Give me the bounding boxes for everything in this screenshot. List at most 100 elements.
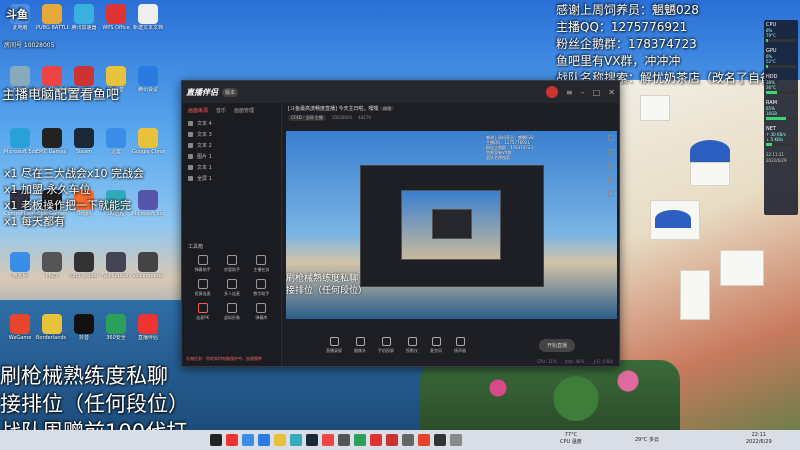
source-item[interactable]: 文本 2 <box>182 140 281 151</box>
desktop-icon[interactable]: 新建文本文档 <box>132 4 164 31</box>
tool-icon[interactable] <box>608 191 614 197</box>
tool-icon[interactable] <box>608 163 614 169</box>
taskbar-app-icon[interactable] <box>450 434 462 446</box>
tab-sources[interactable]: 画面来源 <box>188 107 208 114</box>
source-item[interactable]: 文本 1 <box>182 162 281 173</box>
start-live-button[interactable]: 开始直播 <box>538 338 575 352</box>
tool-multi-link[interactable]: 多人连麦 <box>217 279 246 297</box>
eye-icon[interactable] <box>188 165 193 170</box>
cpu-temp-widget[interactable]: 77°C CPU 温度 <box>560 432 582 446</box>
multi-link-icon <box>226 279 237 289</box>
desktop-icon[interactable]: 抖音 <box>68 314 100 341</box>
preview-overlay-text: 感谢上周饲养员：魍魉028 主播QQ：1275776921 粉丝企鹅群：1783… <box>486 135 534 160</box>
desktop-icon[interactable]: 腾讯加速器 <box>68 4 100 31</box>
tool-room-admin[interactable]: 房管助手 <box>217 255 246 273</box>
eye-icon[interactable] <box>188 121 193 126</box>
tab-scenes[interactable]: 画面管理 <box>234 107 254 114</box>
speaker-button[interactable]: 扬声器 <box>454 336 466 354</box>
desktop-icon[interactable]: Microsoft Edge <box>4 128 36 155</box>
desktop-icon[interactable]: 腾讯会议 <box>132 66 164 93</box>
desktop-icon[interactable]: 迅雷 <box>100 128 132 155</box>
desktop-icon[interactable]: PREY <box>36 252 68 279</box>
desktop-icon-label: Steam <box>75 149 93 155</box>
source-label: 文本 2 <box>197 143 212 149</box>
eye-icon[interactable] <box>188 143 193 148</box>
eye-icon[interactable] <box>188 132 193 137</box>
maximize-icon[interactable]: □ <box>593 88 601 97</box>
taskbar-app-icon[interactable] <box>338 434 350 446</box>
taskbar-app-icon[interactable] <box>402 434 414 446</box>
taskbar-app-icon[interactable] <box>418 434 430 446</box>
app-icon <box>106 4 126 24</box>
tool-icon[interactable] <box>608 149 614 155</box>
phone-cast-button[interactable]: 手机投屏 <box>378 336 394 354</box>
tab-music[interactable]: 音乐 <box>216 107 226 114</box>
taskbar-app-icon[interactable] <box>210 434 222 446</box>
taskbar-app-icon[interactable] <box>322 434 334 446</box>
desktop-icon[interactable]: WeGame <box>4 314 36 341</box>
taskbar-app-icon[interactable] <box>290 434 302 446</box>
desktop-icon-label: 此电脑 <box>12 25 28 31</box>
microphone-button[interactable]: 麦克风 <box>430 336 442 354</box>
cpu-temp: 77°C <box>564 432 578 438</box>
title-bar[interactable]: 直播伴侣 版本 ≡ – □ ✕ <box>182 81 619 103</box>
tool-cast[interactable]: 投屏连麦 <box>188 279 217 297</box>
close-icon[interactable]: ✕ <box>608 88 615 97</box>
desktop-icon[interactable]: NI Multicon <box>100 252 132 279</box>
tool-danmaku[interactable]: 弹幕助手 <box>188 255 217 273</box>
taskbar-app-icon[interactable] <box>258 434 270 446</box>
taskbar-app-icon[interactable] <box>242 434 254 446</box>
cast-icon <box>197 279 208 289</box>
taskbar-clock[interactable]: 22:11 2022/6/29 <box>746 432 772 446</box>
monitor-sub: 16GB <box>766 111 777 116</box>
source-item[interactable]: 文本 4 <box>182 118 281 129</box>
desktop-icon[interactable]: PUBG BATTLEGR... <box>36 4 68 31</box>
desktop-icon[interactable]: 直播伴侣 <box>132 314 164 341</box>
desktop-icon[interactable]: Borderlands 3 <box>36 314 68 341</box>
tool-pk[interactable]: 连麦PK <box>188 303 217 321</box>
source-item[interactable]: 文本 3 <box>182 129 281 140</box>
tool-icon[interactable] <box>608 135 614 141</box>
source-label: 文本 3 <box>197 132 212 138</box>
stream-preview[interactable]: 感谢上周饲养员：魍魉028 主播QQ：1275776921 粉丝企鹅群：1783… <box>286 131 617 319</box>
menu-icon[interactable]: ≡ <box>566 88 573 97</box>
version-badge[interactable]: 版本 <box>222 87 239 97</box>
camera-button[interactable]: 摄像头 <box>354 336 366 354</box>
monitor-bar <box>766 143 796 146</box>
big-line: 接排位（任何段位） <box>0 392 189 416</box>
screen-record-button[interactable]: 直播录屏 <box>326 336 342 354</box>
desktop-icon-label: WPS Office <box>102 25 130 31</box>
desktop-icon[interactable]: OBS Studio <box>68 252 100 279</box>
taskbar-app-icon[interactable] <box>354 434 366 446</box>
tool-tasks[interactable]: 主播任务 <box>247 255 276 273</box>
eye-icon[interactable] <box>188 154 193 159</box>
desktop-icon[interactable]: Steam <box>68 128 100 155</box>
taskbar-app-icon[interactable] <box>274 434 286 446</box>
tool-icon[interactable] <box>608 177 614 183</box>
tool-avatar[interactable]: 虚拟形象 <box>217 303 246 321</box>
desktop-icon[interactable]: Voicemeeter <box>132 252 164 279</box>
taskbar-app-icon[interactable] <box>370 434 382 446</box>
avatar[interactable] <box>546 86 559 98</box>
tool-digital[interactable]: 数字助手 <box>247 279 276 297</box>
projector-button[interactable]: 投影仪 <box>406 336 418 354</box>
desktop-icon[interactable]: Google Chrome <box>132 128 164 155</box>
eye-icon[interactable] <box>188 176 193 181</box>
monitor-bar <box>766 117 796 120</box>
weather-widget[interactable]: 29°C 多云 <box>635 436 659 443</box>
desktop-icon[interactable]: 360安全 <box>100 314 132 341</box>
taskbar-app-icon[interactable] <box>386 434 398 446</box>
desktop-icon[interactable]: WPS Office <box>100 4 132 31</box>
taskbar-app-icon[interactable] <box>306 434 318 446</box>
desktop-icon[interactable]: 鲁大师 <box>4 252 36 279</box>
source-item[interactable]: 图片 1 <box>182 151 281 162</box>
source-item[interactable]: 全屏 1 <box>182 173 281 184</box>
taskbar-app-icon[interactable] <box>434 434 446 446</box>
tool-danmaku-lib[interactable]: 弹幕库 <box>247 303 276 321</box>
desktop-icon[interactable]: EPIC Games Launcher <box>36 128 68 155</box>
minimize-icon[interactable]: – <box>581 88 585 97</box>
app-icon <box>74 66 94 86</box>
taskbar-app-icon[interactable] <box>226 434 238 446</box>
edit-room-button[interactable]: 修改 <box>380 106 395 111</box>
room-category[interactable]: CF4D · 全网·主播 <box>288 115 326 121</box>
